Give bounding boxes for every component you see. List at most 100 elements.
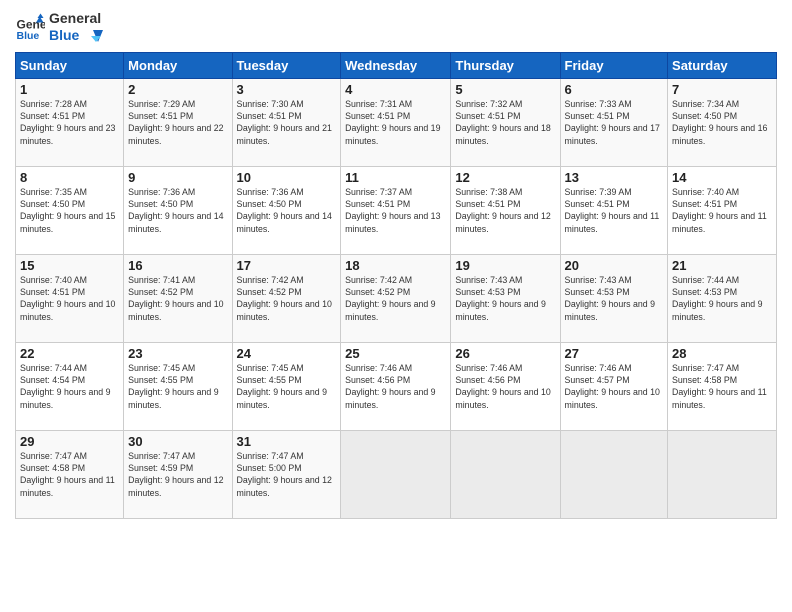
calendar-cell-10: 10 Sunrise: 7:36 AM Sunset: 4:50 PM Dayl… — [232, 166, 341, 254]
day-info: Sunrise: 7:43 AM Sunset: 4:53 PM Dayligh… — [565, 274, 664, 323]
day-info: Sunrise: 7:46 AM Sunset: 4:56 PM Dayligh… — [455, 362, 555, 411]
sunset-label: Sunset: 4:50 PM — [20, 199, 85, 209]
day-number: 21 — [672, 258, 772, 273]
day-info: Sunrise: 7:42 AM Sunset: 4:52 PM Dayligh… — [345, 274, 446, 323]
calendar-cell-15: 15 Sunrise: 7:40 AM Sunset: 4:51 PM Dayl… — [16, 254, 124, 342]
sunset-label: Sunset: 4:53 PM — [565, 287, 630, 297]
calendar-cell-20: 20 Sunrise: 7:43 AM Sunset: 4:53 PM Dayl… — [560, 254, 668, 342]
daylight-label: Daylight: 9 hours and 11 minutes. — [672, 211, 767, 233]
day-number: 29 — [20, 434, 119, 449]
daylight-label: Daylight: 9 hours and 14 minutes. — [237, 211, 332, 233]
day-info: Sunrise: 7:28 AM Sunset: 4:51 PM Dayligh… — [20, 98, 119, 147]
day-info: Sunrise: 7:43 AM Sunset: 4:53 PM Dayligh… — [455, 274, 555, 323]
daylight-label: Daylight: 9 hours and 14 minutes. — [128, 211, 223, 233]
daylight-label: Daylight: 9 hours and 16 minutes. — [672, 123, 767, 145]
logo-wave-icon — [83, 30, 103, 42]
svg-text:Blue: Blue — [17, 30, 40, 42]
daylight-label: Daylight: 9 hours and 9 minutes. — [565, 299, 655, 321]
sunrise-label: Sunrise: 7:44 AM — [20, 363, 87, 373]
day-info: Sunrise: 7:47 AM Sunset: 5:00 PM Dayligh… — [237, 450, 337, 499]
sunrise-label: Sunrise: 7:40 AM — [672, 187, 739, 197]
day-info: Sunrise: 7:45 AM Sunset: 4:55 PM Dayligh… — [237, 362, 337, 411]
daylight-label: Daylight: 9 hours and 10 minutes. — [455, 387, 550, 409]
daylight-label: Daylight: 9 hours and 9 minutes. — [345, 299, 435, 321]
calendar-cell-6: 6 Sunrise: 7:33 AM Sunset: 4:51 PM Dayli… — [560, 78, 668, 166]
calendar-cell-25: 25 Sunrise: 7:46 AM Sunset: 4:56 PM Dayl… — [341, 342, 451, 430]
daylight-label: Daylight: 9 hours and 10 minutes. — [565, 387, 660, 409]
sunset-label: Sunset: 4:54 PM — [20, 375, 85, 385]
day-number: 28 — [672, 346, 772, 361]
logo-general: General — [49, 10, 103, 27]
calendar-cell-29: 29 Sunrise: 7:47 AM Sunset: 4:58 PM Dayl… — [16, 430, 124, 518]
sunset-label: Sunset: 4:51 PM — [20, 287, 85, 297]
sunset-label: Sunset: 4:51 PM — [565, 199, 630, 209]
day-number: 11 — [345, 170, 446, 185]
sunrise-label: Sunrise: 7:41 AM — [128, 275, 195, 285]
sunrise-label: Sunrise: 7:36 AM — [237, 187, 304, 197]
calendar-cell-27: 27 Sunrise: 7:46 AM Sunset: 4:57 PM Dayl… — [560, 342, 668, 430]
day-info: Sunrise: 7:47 AM Sunset: 4:58 PM Dayligh… — [672, 362, 772, 411]
day-info: Sunrise: 7:45 AM Sunset: 4:55 PM Dayligh… — [128, 362, 227, 411]
day-number: 15 — [20, 258, 119, 273]
calendar-cell-22: 22 Sunrise: 7:44 AM Sunset: 4:54 PM Dayl… — [16, 342, 124, 430]
day-info: Sunrise: 7:30 AM Sunset: 4:51 PM Dayligh… — [237, 98, 337, 147]
day-info: Sunrise: 7:36 AM Sunset: 4:50 PM Dayligh… — [237, 186, 337, 235]
day-info: Sunrise: 7:29 AM Sunset: 4:51 PM Dayligh… — [128, 98, 227, 147]
sunrise-label: Sunrise: 7:34 AM — [672, 99, 739, 109]
day-number: 16 — [128, 258, 227, 273]
sunset-label: Sunset: 4:52 PM — [128, 287, 193, 297]
day-info: Sunrise: 7:40 AM Sunset: 4:51 PM Dayligh… — [20, 274, 119, 323]
daylight-label: Daylight: 9 hours and 10 minutes. — [237, 299, 332, 321]
day-number: 2 — [128, 82, 227, 97]
weekday-header-sunday: Sunday — [16, 52, 124, 78]
day-number: 27 — [565, 346, 664, 361]
weekday-header-monday: Monday — [124, 52, 232, 78]
sunset-label: Sunset: 4:51 PM — [20, 111, 85, 121]
sunrise-label: Sunrise: 7:47 AM — [20, 451, 87, 461]
calendar-cell-7: 7 Sunrise: 7:34 AM Sunset: 4:50 PM Dayli… — [668, 78, 777, 166]
day-info: Sunrise: 7:37 AM Sunset: 4:51 PM Dayligh… — [345, 186, 446, 235]
sunset-label: Sunset: 4:51 PM — [345, 111, 410, 121]
sunset-label: Sunset: 4:53 PM — [455, 287, 520, 297]
sunset-label: Sunset: 4:58 PM — [672, 375, 737, 385]
day-info: Sunrise: 7:39 AM Sunset: 4:51 PM Dayligh… — [565, 186, 664, 235]
day-number: 1 — [20, 82, 119, 97]
empty-cell — [668, 430, 777, 518]
daylight-label: Daylight: 9 hours and 11 minutes. — [672, 387, 767, 409]
day-info: Sunrise: 7:34 AM Sunset: 4:50 PM Dayligh… — [672, 98, 772, 147]
calendar-cell-8: 8 Sunrise: 7:35 AM Sunset: 4:50 PM Dayli… — [16, 166, 124, 254]
sunset-label: Sunset: 4:51 PM — [128, 111, 193, 121]
sunset-label: Sunset: 4:51 PM — [672, 199, 737, 209]
day-number: 14 — [672, 170, 772, 185]
daylight-label: Daylight: 9 hours and 9 minutes. — [672, 299, 762, 321]
empty-cell — [560, 430, 668, 518]
sunrise-label: Sunrise: 7:32 AM — [455, 99, 522, 109]
calendar-page: General Blue General Blue SundayM — [0, 0, 792, 612]
sunrise-label: Sunrise: 7:31 AM — [345, 99, 412, 109]
weekday-header-thursday: Thursday — [451, 52, 560, 78]
daylight-label: Daylight: 9 hours and 11 minutes. — [565, 211, 660, 233]
daylight-label: Daylight: 9 hours and 13 minutes. — [345, 211, 440, 233]
daylight-label: Daylight: 9 hours and 23 minutes. — [20, 123, 115, 145]
daylight-label: Daylight: 9 hours and 10 minutes. — [128, 299, 223, 321]
sunrise-label: Sunrise: 7:46 AM — [565, 363, 632, 373]
day-info: Sunrise: 7:38 AM Sunset: 4:51 PM Dayligh… — [455, 186, 555, 235]
daylight-label: Daylight: 9 hours and 12 minutes. — [128, 475, 223, 497]
day-info: Sunrise: 7:44 AM Sunset: 4:53 PM Dayligh… — [672, 274, 772, 323]
sunrise-label: Sunrise: 7:47 AM — [128, 451, 195, 461]
daylight-label: Daylight: 9 hours and 12 minutes. — [237, 475, 332, 497]
sunrise-label: Sunrise: 7:42 AM — [237, 275, 304, 285]
daylight-label: Daylight: 9 hours and 21 minutes. — [237, 123, 332, 145]
day-number: 13 — [565, 170, 664, 185]
calendar-cell-30: 30 Sunrise: 7:47 AM Sunset: 4:59 PM Dayl… — [124, 430, 232, 518]
sunrise-label: Sunrise: 7:47 AM — [237, 451, 304, 461]
day-info: Sunrise: 7:42 AM Sunset: 4:52 PM Dayligh… — [237, 274, 337, 323]
calendar-cell-3: 3 Sunrise: 7:30 AM Sunset: 4:51 PM Dayli… — [232, 78, 341, 166]
logo-blue: Blue — [49, 27, 103, 44]
sunrise-label: Sunrise: 7:36 AM — [128, 187, 195, 197]
sunset-label: Sunset: 4:52 PM — [345, 287, 410, 297]
daylight-label: Daylight: 9 hours and 9 minutes. — [20, 387, 110, 409]
day-number: 26 — [455, 346, 555, 361]
daylight-label: Daylight: 9 hours and 11 minutes. — [20, 475, 115, 497]
day-number: 6 — [565, 82, 664, 97]
